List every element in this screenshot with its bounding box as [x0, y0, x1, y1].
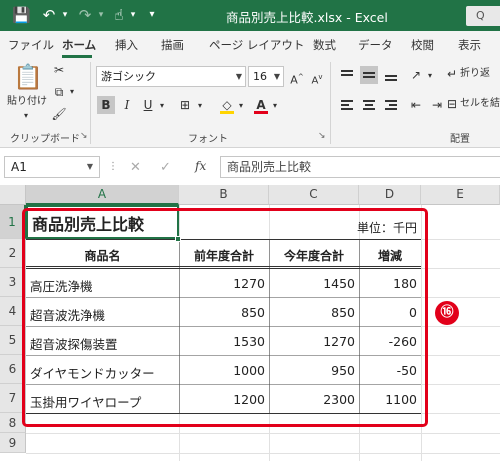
fill-color-icon[interactable]: ◇: [218, 96, 236, 114]
decrease-indent-icon[interactable]: ⇤: [407, 96, 425, 114]
tab-review[interactable]: 校閲: [411, 37, 434, 53]
italic-button[interactable]: I: [118, 96, 136, 114]
save-icon[interactable]: 💾: [12, 5, 31, 25]
undo-icon[interactable]: ↶: [40, 5, 58, 25]
copy-icon[interactable]: ⧉: [51, 84, 67, 100]
enter-icon[interactable]: ✓: [160, 160, 171, 175]
tab-page-layout[interactable]: ページ レイアウト: [209, 37, 304, 53]
row-header-9[interactable]: 9: [0, 433, 26, 453]
ribbon: 📋 貼り付け ▾ ✂ ⧉ ▾ 🖌 クリップボード ↘ 游ゴシック ▼ 16 ▼ …: [0, 58, 500, 148]
align-middle-icon[interactable]: [360, 66, 378, 84]
ribbon-separator: [330, 62, 331, 144]
clipboard-group-label: クリップボード: [10, 134, 80, 145]
align-right-icon[interactable]: [382, 96, 400, 114]
ribbon-separator: [90, 62, 91, 144]
font-group-label: フォント: [188, 134, 228, 145]
column-header-b[interactable]: B: [179, 185, 269, 205]
formula-input[interactable]: 商品別売上比較: [220, 156, 500, 178]
font-color-icon[interactable]: A: [252, 96, 270, 114]
font-color-dropdown-icon[interactable]: ▾: [270, 98, 280, 114]
font-name-select[interactable]: 游ゴシック ▼: [96, 66, 246, 87]
borders-icon[interactable]: ⊞: [176, 96, 194, 114]
chevron-down-icon: ▼: [273, 72, 280, 81]
gridline: [26, 433, 500, 434]
merge-cells-icon[interactable]: ⊟: [446, 96, 458, 112]
tab-file[interactable]: ファイル: [8, 37, 54, 53]
merge-cells-label[interactable]: セルを結: [460, 96, 500, 112]
select-all-corner[interactable]: [0, 185, 26, 205]
font-name-value: 游ゴシック: [101, 70, 156, 83]
cancel-icon[interactable]: ✕: [130, 160, 141, 175]
increase-indent-icon[interactable]: ⇥: [428, 96, 446, 114]
copy-dropdown-icon[interactable]: ▾: [67, 84, 77, 100]
tab-formulas[interactable]: 数式: [313, 37, 336, 53]
align-center-icon[interactable]: [360, 96, 378, 114]
search-box[interactable]: Q: [466, 6, 500, 26]
chevron-down-icon: ▼: [235, 72, 242, 81]
ribbon-tabs: ファイル ホーム 挿入 描画 ページ レイアウト 数式 データ 校閲 表示: [0, 31, 500, 58]
align-bottom-icon[interactable]: [382, 66, 400, 84]
align-top-icon[interactable]: [338, 66, 356, 84]
alignment-group-label: 配置: [450, 134, 470, 145]
formula-bar-grip-icon: ⋮: [108, 161, 118, 172]
column-header-d[interactable]: D: [359, 185, 421, 205]
tab-home[interactable]: ホーム: [62, 37, 96, 53]
fill-color-dropdown-icon[interactable]: ▾: [236, 98, 246, 114]
highlight-box: [22, 208, 428, 427]
column-header-e[interactable]: E: [421, 185, 500, 205]
tab-insert[interactable]: 挿入: [115, 37, 138, 53]
tab-data[interactable]: データ: [358, 37, 393, 53]
orientation-dropdown-icon[interactable]: ▾: [425, 68, 435, 84]
column-header-a[interactable]: A: [26, 185, 179, 205]
touch-mode-icon[interactable]: ☝: [110, 5, 128, 25]
align-left-icon[interactable]: [338, 96, 356, 114]
tab-view[interactable]: 表示: [458, 37, 481, 53]
paste-icon[interactable]: 📋: [13, 62, 43, 92]
chevron-down-icon: ▼: [86, 162, 93, 171]
clipboard-launcher-icon[interactable]: ↘: [80, 131, 88, 141]
grow-font-icon[interactable]: A^: [288, 68, 306, 87]
font-size-value: 16: [253, 70, 267, 83]
step-badge: ⑯: [435, 301, 459, 325]
name-box[interactable]: A1 ▼: [4, 156, 100, 178]
underline-dropdown-icon[interactable]: ▾: [157, 98, 167, 114]
touch-dropdown-icon[interactable]: ▾: [128, 5, 138, 25]
gridline: [26, 453, 500, 454]
redo-icon[interactable]: ↷: [76, 5, 94, 25]
name-box-value: A1: [11, 160, 27, 174]
wrap-text-icon[interactable]: ↵: [446, 66, 458, 82]
column-header-c[interactable]: C: [269, 185, 359, 205]
insert-function-icon[interactable]: fx: [195, 159, 206, 173]
customize-qat-icon[interactable]: ▾: [146, 5, 158, 25]
wrap-text-label[interactable]: 折り返: [460, 66, 490, 82]
formula-bar: A1 ▼ ⋮ ✕ ✓ fx 商品別売上比較: [0, 148, 500, 185]
font-size-select[interactable]: 16 ▼: [248, 66, 284, 87]
undo-dropdown-icon[interactable]: ▾: [60, 5, 70, 25]
spreadsheet-grid: A B C D E 1 2 3 4 5 6 7 8 9 商品別売上比較 単位：千…: [0, 185, 500, 461]
redo-dropdown-icon[interactable]: ▾: [96, 5, 106, 25]
window-title: 商品別売上比較.xlsx - Excel: [226, 10, 388, 25]
format-painter-icon[interactable]: 🖌: [51, 106, 67, 122]
font-launcher-icon[interactable]: ↘: [318, 131, 326, 141]
tab-draw[interactable]: 描画: [161, 37, 184, 53]
underline-button[interactable]: U: [139, 96, 157, 114]
shrink-font-icon[interactable]: Av: [308, 68, 326, 86]
cut-icon[interactable]: ✂: [51, 62, 67, 78]
bold-button[interactable]: B: [97, 96, 115, 114]
orientation-icon[interactable]: ↗: [407, 66, 425, 84]
borders-dropdown-icon[interactable]: ▾: [195, 98, 205, 114]
paste-dropdown-icon[interactable]: ▾: [20, 108, 32, 124]
title-bar: 💾 ↶ ▾ ↷ ▾ ☝ ▾ ▾ 商品別売上比較.xlsx - Excel Q: [0, 0, 500, 31]
